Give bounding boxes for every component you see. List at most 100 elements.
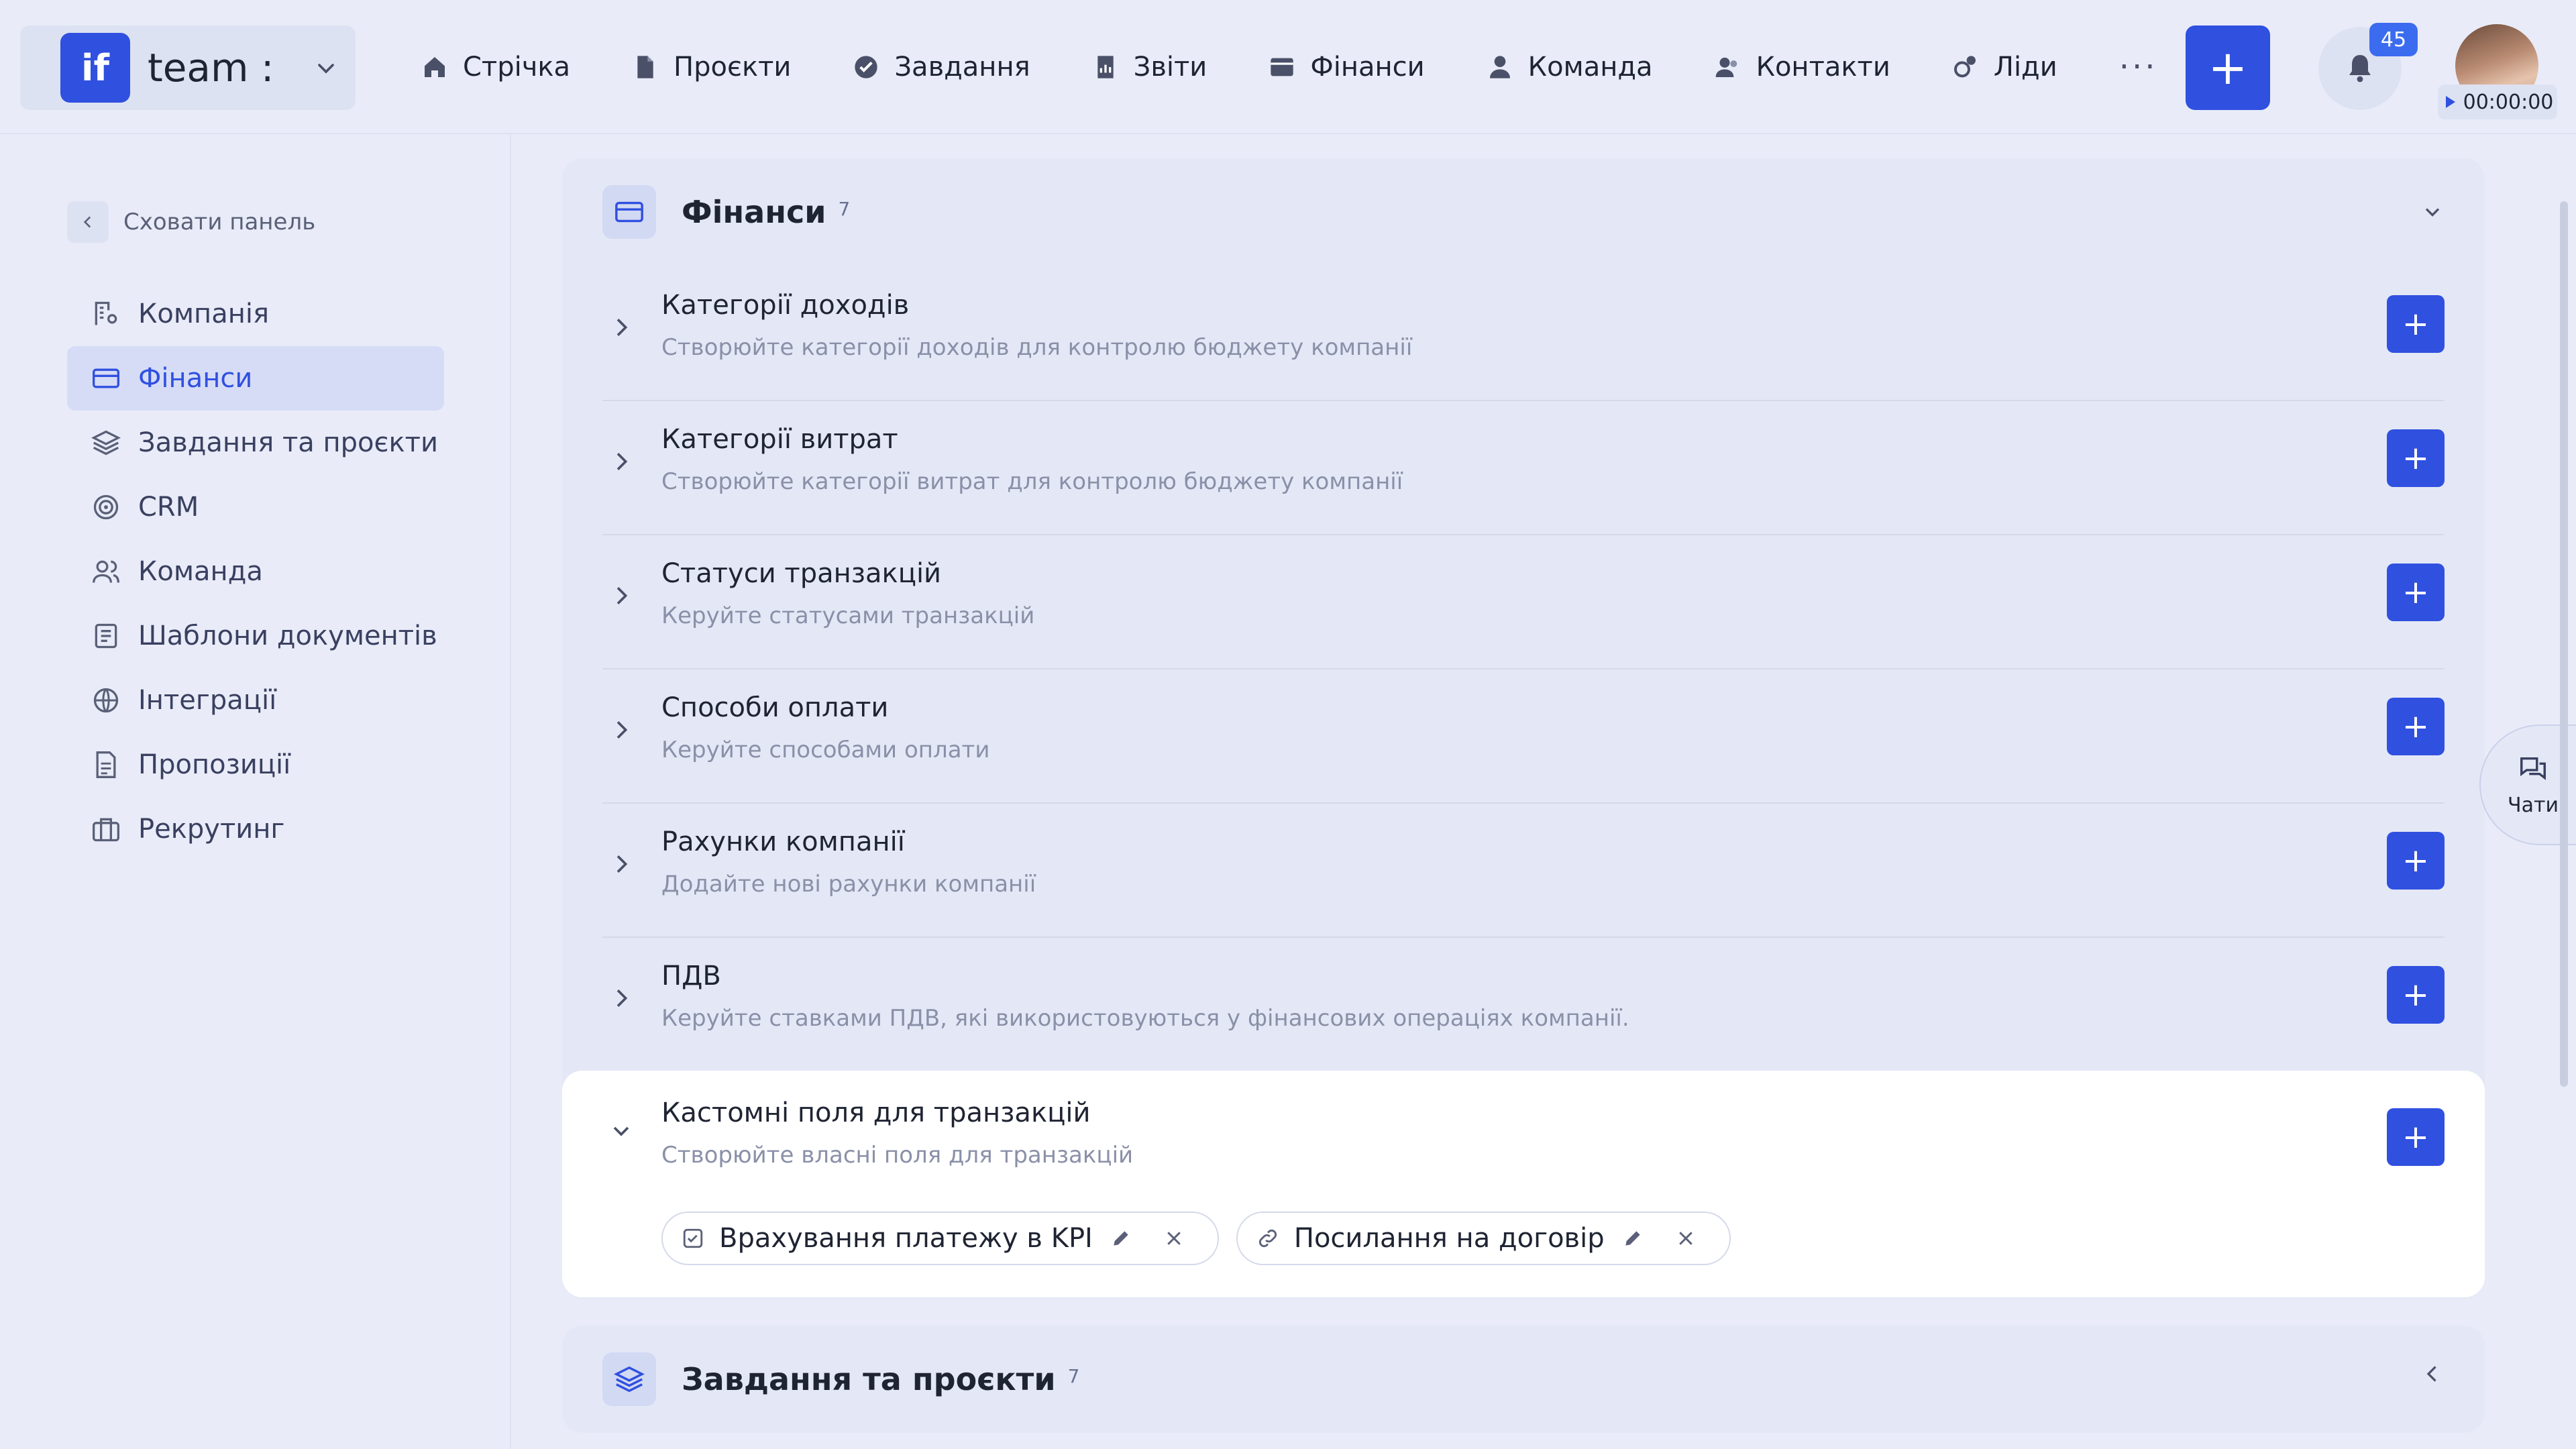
layers-icon — [602, 1352, 656, 1406]
chevron-right-icon[interactable] — [608, 314, 635, 341]
finance-section-header[interactable]: Фінанси 7 — [602, 185, 850, 239]
nav-item-finance[interactable]: Фінанси — [1269, 52, 1425, 83]
chevron-left-icon — [79, 213, 97, 231]
global-add-button[interactable]: + — [2186, 25, 2270, 110]
add-item-button[interactable]: + — [2387, 429, 2445, 487]
nav-label: Стрічка — [463, 52, 571, 83]
add-item-button[interactable]: + — [2387, 698, 2445, 755]
hide-panel-label: Сховати панель — [123, 209, 316, 235]
chevron-left-icon[interactable] — [2420, 1362, 2445, 1386]
item-title: Категорії доходів — [661, 290, 910, 321]
sidebar-item-label: Рекрутинг — [138, 814, 285, 845]
chevron-right-icon[interactable] — [608, 851, 635, 877]
item-description: Додайте нові рахунки компанії — [661, 871, 1036, 898]
bell-icon — [2344, 52, 2376, 85]
item-title: ПДВ — [661, 961, 721, 991]
settings-sidebar: Сховати панель Компанія Фінанси Завдання… — [0, 134, 511, 1449]
card-icon — [602, 185, 656, 239]
link-icon — [1256, 1227, 1279, 1250]
chevron-down-icon[interactable] — [2420, 200, 2445, 224]
sidebar-item-finance[interactable]: Фінанси — [67, 346, 444, 411]
nav-item-projects[interactable]: Проєкти — [632, 52, 791, 83]
item-title: Рахунки компанії — [661, 826, 905, 857]
workspace-switcher[interactable]: if team : — [20, 25, 356, 110]
briefcase-icon — [91, 814, 121, 844]
workspace-name: team : — [148, 45, 274, 91]
proposal-icon — [91, 750, 121, 780]
close-icon[interactable] — [1676, 1228, 1696, 1248]
list-item[interactable]: Рахунки компанії Додайте нові рахунки ко… — [602, 804, 2445, 938]
add-item-button[interactable]: + — [2387, 295, 2445, 353]
nav-item-contacts[interactable]: Контакти — [1715, 52, 1890, 83]
section-title: Завдання та проєкти — [682, 1361, 1056, 1397]
chats-label: Чати — [2508, 793, 2559, 817]
chevron-right-icon[interactable] — [608, 448, 635, 475]
sidebar-item-doc-templates[interactable]: Шаблони документів — [67, 604, 444, 668]
list-item[interactable]: ПДВ Керуйте ставками ПДВ, які використов… — [602, 938, 2445, 1072]
chevron-right-icon[interactable] — [608, 716, 635, 743]
nav-label: Ліди — [1993, 52, 2057, 83]
sidebar-item-label: Завдання та проєкти — [138, 427, 438, 458]
pencil-icon[interactable] — [1110, 1228, 1132, 1249]
globe-icon — [91, 686, 121, 715]
pencil-icon[interactable] — [1622, 1228, 1644, 1249]
item-title: Статуси транзакцій — [661, 558, 942, 589]
chip-label: Посилання на договір — [1293, 1223, 1605, 1254]
sidebar-item-recruiting[interactable]: Рекрутинг — [67, 797, 444, 861]
section-count: 7 — [838, 197, 851, 220]
add-item-button[interactable]: + — [2387, 832, 2445, 890]
notification-count-badge: 45 — [2369, 23, 2418, 56]
file-icon — [632, 54, 659, 80]
custom-field-chip[interactable]: Посилання на договір — [1236, 1212, 1731, 1265]
add-item-button[interactable]: + — [2387, 966, 2445, 1024]
sidebar-item-company[interactable]: Компанія — [67, 282, 444, 346]
scrollbar[interactable] — [2560, 201, 2568, 1087]
sidebar-item-team[interactable]: Команда — [67, 539, 444, 604]
nav-item-tasks[interactable]: Завдання — [853, 52, 1030, 83]
hide-panel-button[interactable]: Сховати панель — [67, 201, 315, 243]
tasks-section-header[interactable]: Завдання та проєкти 7 — [602, 1352, 1079, 1406]
sidebar-item-label: Пропозиції — [138, 749, 291, 780]
sidebar-item-proposals[interactable]: Пропозиції — [67, 733, 444, 797]
sidebar-item-tasks-projects[interactable]: Завдання та проєкти — [67, 411, 444, 475]
home-icon — [421, 54, 448, 80]
list-item[interactable]: Способи оплати Керуйте способами оплати … — [602, 669, 2445, 804]
check-circle-icon — [853, 54, 879, 80]
time-tracker[interactable]: 00:00:00 — [2438, 85, 2557, 119]
nav-item-team[interactable]: Команда — [1487, 52, 1653, 83]
close-icon[interactable] — [1164, 1228, 1184, 1248]
leads-icon — [1952, 54, 1979, 80]
nav-more-button[interactable]: ··· — [2119, 48, 2158, 86]
nav-label: Завдання — [894, 52, 1030, 83]
brand-logo: if — [60, 33, 130, 103]
timer-value: 00:00:00 — [2463, 90, 2554, 114]
add-custom-field-button[interactable]: + — [2387, 1108, 2445, 1166]
sidebar-item-integrations[interactable]: Інтеграції — [67, 668, 444, 733]
main-nav: Стрічка Проєкти Завдання Звіти Фінанси К… — [421, 0, 2219, 134]
add-item-button[interactable]: + — [2387, 564, 2445, 621]
section-title: Фінанси — [682, 194, 826, 230]
nav-item-feed[interactable]: Стрічка — [421, 52, 570, 83]
chevron-right-icon[interactable] — [608, 985, 635, 1012]
list-item[interactable]: Категорії доходів Створюйте категорії до… — [602, 267, 2445, 401]
target-icon — [91, 492, 121, 522]
company-icon — [91, 299, 121, 329]
custom-field-chips: Врахування платежу в KPI Посилання на до… — [661, 1212, 1748, 1265]
item-description: Керуйте статусами транзакцій — [661, 602, 1035, 629]
list-item-expanded: Кастомні поля для транзакцій Створюйте в… — [562, 1071, 2485, 1297]
section-count: 7 — [1067, 1364, 1080, 1387]
nav-item-reports[interactable]: Звіти — [1092, 52, 1207, 83]
chip-label: Врахування платежу в KPI — [719, 1223, 1093, 1254]
list-item[interactable]: Статуси транзакцій Керуйте статусами тра… — [602, 535, 2445, 669]
nav-item-leads[interactable]: Ліди — [1952, 52, 2057, 83]
user-icon — [1487, 54, 1513, 80]
sidebar-menu: Компанія Фінанси Завдання та проєкти CRM… — [67, 282, 444, 861]
sidebar-item-crm[interactable]: CRM — [67, 475, 444, 539]
item-description: Керуйте ставками ПДВ, які використовують… — [661, 1005, 1629, 1032]
contacts-icon — [1715, 54, 1741, 80]
chevron-right-icon[interactable] — [608, 582, 635, 609]
finance-settings-list: Категорії доходів Створюйте категорії до… — [602, 267, 2445, 1072]
chevron-down-icon[interactable] — [608, 1118, 635, 1144]
custom-field-chip[interactable]: Врахування платежу в KPI — [661, 1212, 1219, 1265]
list-item[interactable]: Категорії витрат Створюйте категорії вит… — [602, 401, 2445, 535]
